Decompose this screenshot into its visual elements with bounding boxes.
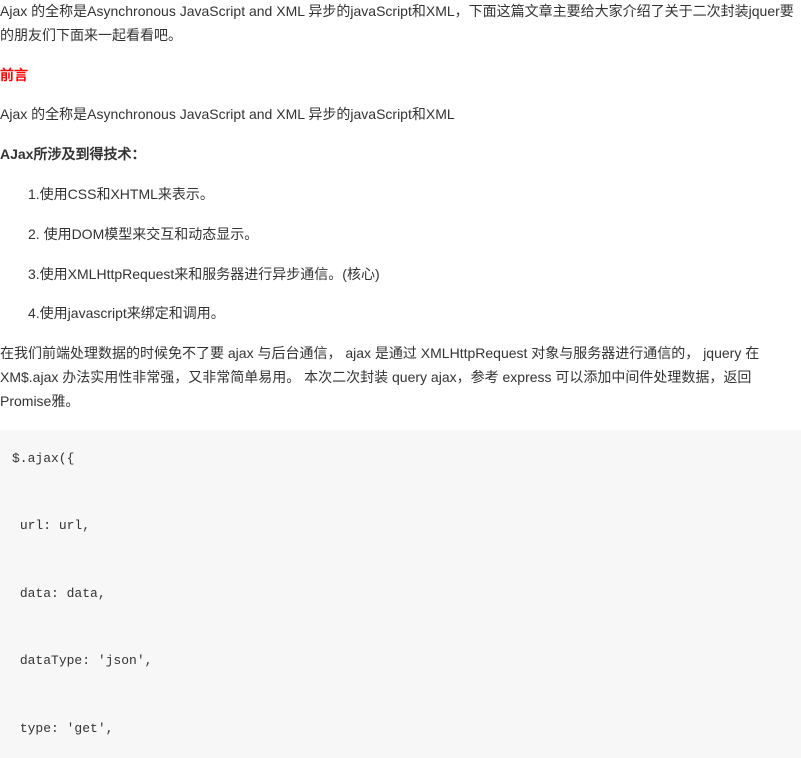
code-line: $.ajax({ (12, 451, 74, 466)
tech-item-3: 3.使用XMLHttpRequest来和服务器进行异步通信。(核心) (0, 263, 801, 287)
tech-item-4: 4.使用javascript来绑定和调用。 (0, 302, 801, 326)
ajax-definition: Ajax 的全称是Asynchronous JavaScript and XML… (0, 103, 801, 127)
article-content: Ajax 的全称是Asynchronous JavaScript and XML… (0, 0, 801, 758)
tech-heading: AJax所涉及到得技术： (0, 143, 801, 167)
code-line: data: data, (12, 586, 106, 601)
body-paragraph: 在我们前端处理数据的时候免不了要 ajax 与后台通信， ajax 是通过 XM… (0, 342, 801, 413)
code-line: dataType: 'json', (12, 653, 152, 668)
code-line: type: 'get', (12, 721, 113, 736)
tech-item-1: 1.使用CSS和XHTML来表示。 (0, 183, 801, 207)
intro-paragraph: Ajax 的全称是Asynchronous JavaScript and XML… (0, 0, 801, 48)
code-block: $.ajax({ url: url, data: data, dataType:… (0, 430, 801, 758)
code-line: url: url, (12, 518, 90, 533)
tech-item-2: 2. 使用DOM模型来交互和动态显示。 (0, 223, 801, 247)
section-heading-preface: 前言 (0, 64, 801, 88)
